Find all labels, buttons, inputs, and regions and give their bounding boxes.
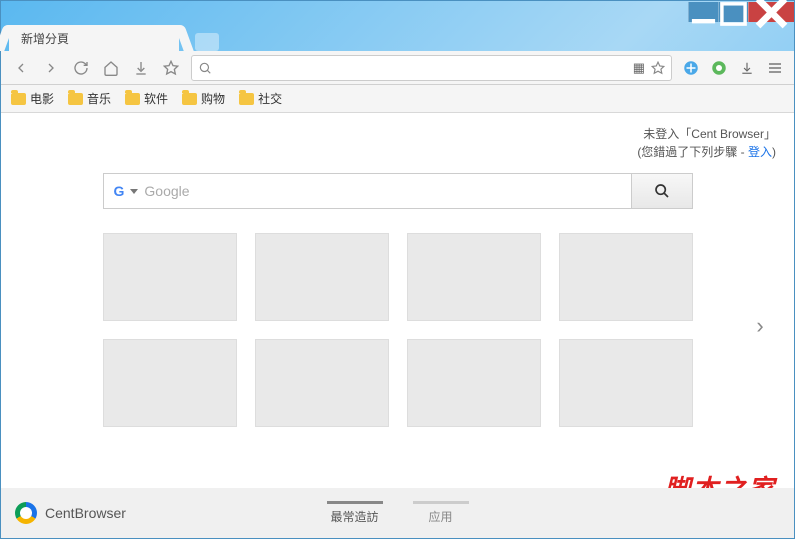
folder-icon xyxy=(239,93,254,105)
folder-icon xyxy=(68,93,83,105)
bookmarks-bar: 电影 音乐 软件 购物 社交 xyxy=(1,85,794,113)
thumbnail-grid xyxy=(103,233,693,427)
tab-title: 新增分頁 xyxy=(21,30,69,47)
bookmark-label: 音乐 xyxy=(87,90,111,107)
minimize-button[interactable] xyxy=(688,2,718,22)
google-logo-icon: G xyxy=(114,183,125,199)
search-box[interactable]: G xyxy=(103,173,631,209)
bookmark-folder[interactable]: 电影 xyxy=(11,90,54,107)
folder-icon xyxy=(125,93,140,105)
thumbnail-tile[interactable] xyxy=(103,233,237,321)
footer: CentBrowser 最常造訪 应用 xyxy=(1,488,794,538)
magnify-icon xyxy=(654,183,670,199)
chevron-down-icon[interactable] xyxy=(130,189,138,194)
search-container: G xyxy=(103,173,693,209)
brand: CentBrowser xyxy=(15,502,126,524)
star-icon[interactable] xyxy=(651,61,665,75)
next-page-button[interactable]: › xyxy=(750,311,770,341)
close-button[interactable] xyxy=(748,2,794,22)
folder-icon xyxy=(182,93,197,105)
downloads-button[interactable] xyxy=(127,54,155,82)
bookmark-folder[interactable]: 社交 xyxy=(239,90,282,107)
search-icon xyxy=(198,61,212,75)
search-button[interactable] xyxy=(631,173,693,209)
toolbar: ▦ xyxy=(1,51,794,85)
brand-label: CentBrowser xyxy=(45,505,126,521)
thumbnail-tile[interactable] xyxy=(407,339,541,427)
bookmark-label: 电影 xyxy=(30,90,54,107)
bookmark-folder[interactable]: 购物 xyxy=(182,90,225,107)
reload-button[interactable] xyxy=(67,54,95,82)
bookmark-star-button[interactable] xyxy=(157,54,185,82)
centbrowser-logo-icon xyxy=(15,502,37,524)
address-bar[interactable]: ▦ xyxy=(191,55,672,81)
extension-icon-2[interactable] xyxy=(706,55,732,81)
home-button[interactable] xyxy=(97,54,125,82)
title-bar xyxy=(1,1,794,23)
menu-button[interactable] xyxy=(762,55,788,81)
qr-icon[interactable]: ▦ xyxy=(633,60,645,76)
bookmark-folder[interactable]: 软件 xyxy=(125,90,168,107)
download-menu-button[interactable] xyxy=(734,55,760,81)
content-area: 未登入「Cent Browser」 (您錯過了下列步驟 - 登入) G › xyxy=(1,113,794,538)
forward-button[interactable] xyxy=(37,54,65,82)
signin-link[interactable]: 登入 xyxy=(748,145,772,159)
folder-icon xyxy=(11,93,26,105)
thumbnail-tile[interactable] xyxy=(559,233,693,321)
thumbnail-tile[interactable] xyxy=(103,339,237,427)
extension-icon-1[interactable] xyxy=(678,55,704,81)
tab-most-visited[interactable]: 最常造訪 xyxy=(327,501,383,525)
tab-new-page[interactable]: 新增分頁 xyxy=(9,25,179,51)
thumbnail-tile[interactable] xyxy=(255,339,389,427)
new-tab-button[interactable] xyxy=(195,33,219,51)
tab-apps[interactable]: 应用 xyxy=(413,501,469,525)
thumbnail-tile[interactable] xyxy=(559,339,693,427)
footer-tabs: 最常造訪 应用 xyxy=(327,501,469,525)
maximize-button[interactable] xyxy=(718,2,748,22)
bookmark-label: 购物 xyxy=(201,90,225,107)
back-button[interactable] xyxy=(7,54,35,82)
thumbnail-tile[interactable] xyxy=(255,233,389,321)
bookmark-label: 软件 xyxy=(144,90,168,107)
bookmark-label: 社交 xyxy=(258,90,282,107)
signin-notice: 未登入「Cent Browser」 (您錯過了下列步驟 - 登入) xyxy=(637,125,776,161)
thumbnail-tile[interactable] xyxy=(407,233,541,321)
tab-strip: 新增分頁 xyxy=(1,23,794,51)
search-input[interactable] xyxy=(144,183,620,199)
bookmark-folder[interactable]: 音乐 xyxy=(68,90,111,107)
